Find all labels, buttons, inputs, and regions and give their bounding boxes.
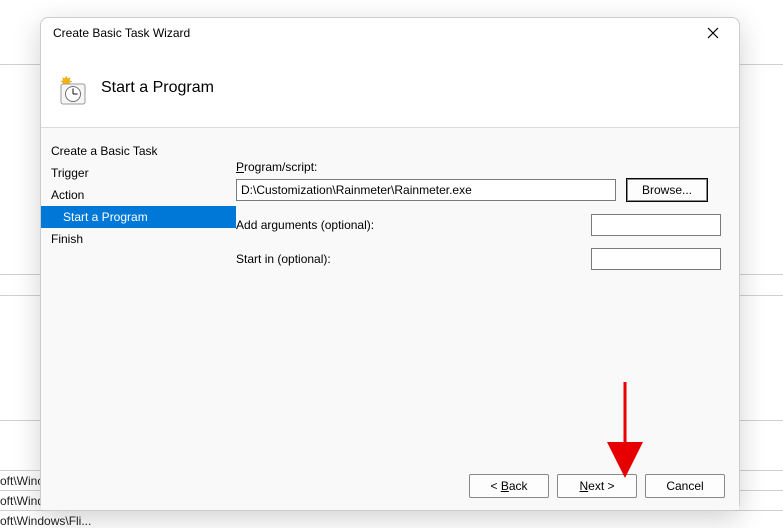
close-button[interactable] [697,21,729,45]
browse-button[interactable]: Browse... [626,178,708,202]
program-script-input[interactable] [236,179,616,201]
program-script-label: Program/script: [236,160,721,174]
sidebar-item-trigger[interactable]: Trigger [41,162,236,184]
close-icon [707,27,719,39]
clock-wizard-icon [55,72,87,104]
sidebar-item-create-basic-task[interactable]: Create a Basic Task [41,140,236,162]
add-arguments-label: Add arguments (optional): [236,218,374,232]
start-in-label: Start in (optional): [236,252,331,266]
back-button[interactable]: < Back [469,474,549,498]
wizard-footer: < Back Next > Cancel [41,462,739,510]
start-in-input[interactable] [591,248,721,270]
window-title: Create Basic Task Wizard [51,26,190,40]
next-button[interactable]: Next > [557,474,637,498]
page-heading: Start a Program [101,79,214,97]
titlebar: Create Basic Task Wizard [41,18,739,48]
bg-text: oft\Windows\Fli... [0,514,100,528]
cancel-button[interactable]: Cancel [645,474,725,498]
sidebar-item-action[interactable]: Action [41,184,236,206]
sidebar-item-start-a-program[interactable]: Start a Program [41,206,236,228]
wizard-steps-sidebar: Create a Basic Task Trigger Action Start… [41,128,236,462]
add-arguments-input[interactable] [591,214,721,236]
form-area: Program/script: Browse... Add arguments … [236,128,739,462]
sidebar-item-finish[interactable]: Finish [41,228,236,250]
wizard-header: Start a Program [41,48,739,128]
wizard-dialog: Create Basic Task Wizard Start a Program… [40,17,740,511]
